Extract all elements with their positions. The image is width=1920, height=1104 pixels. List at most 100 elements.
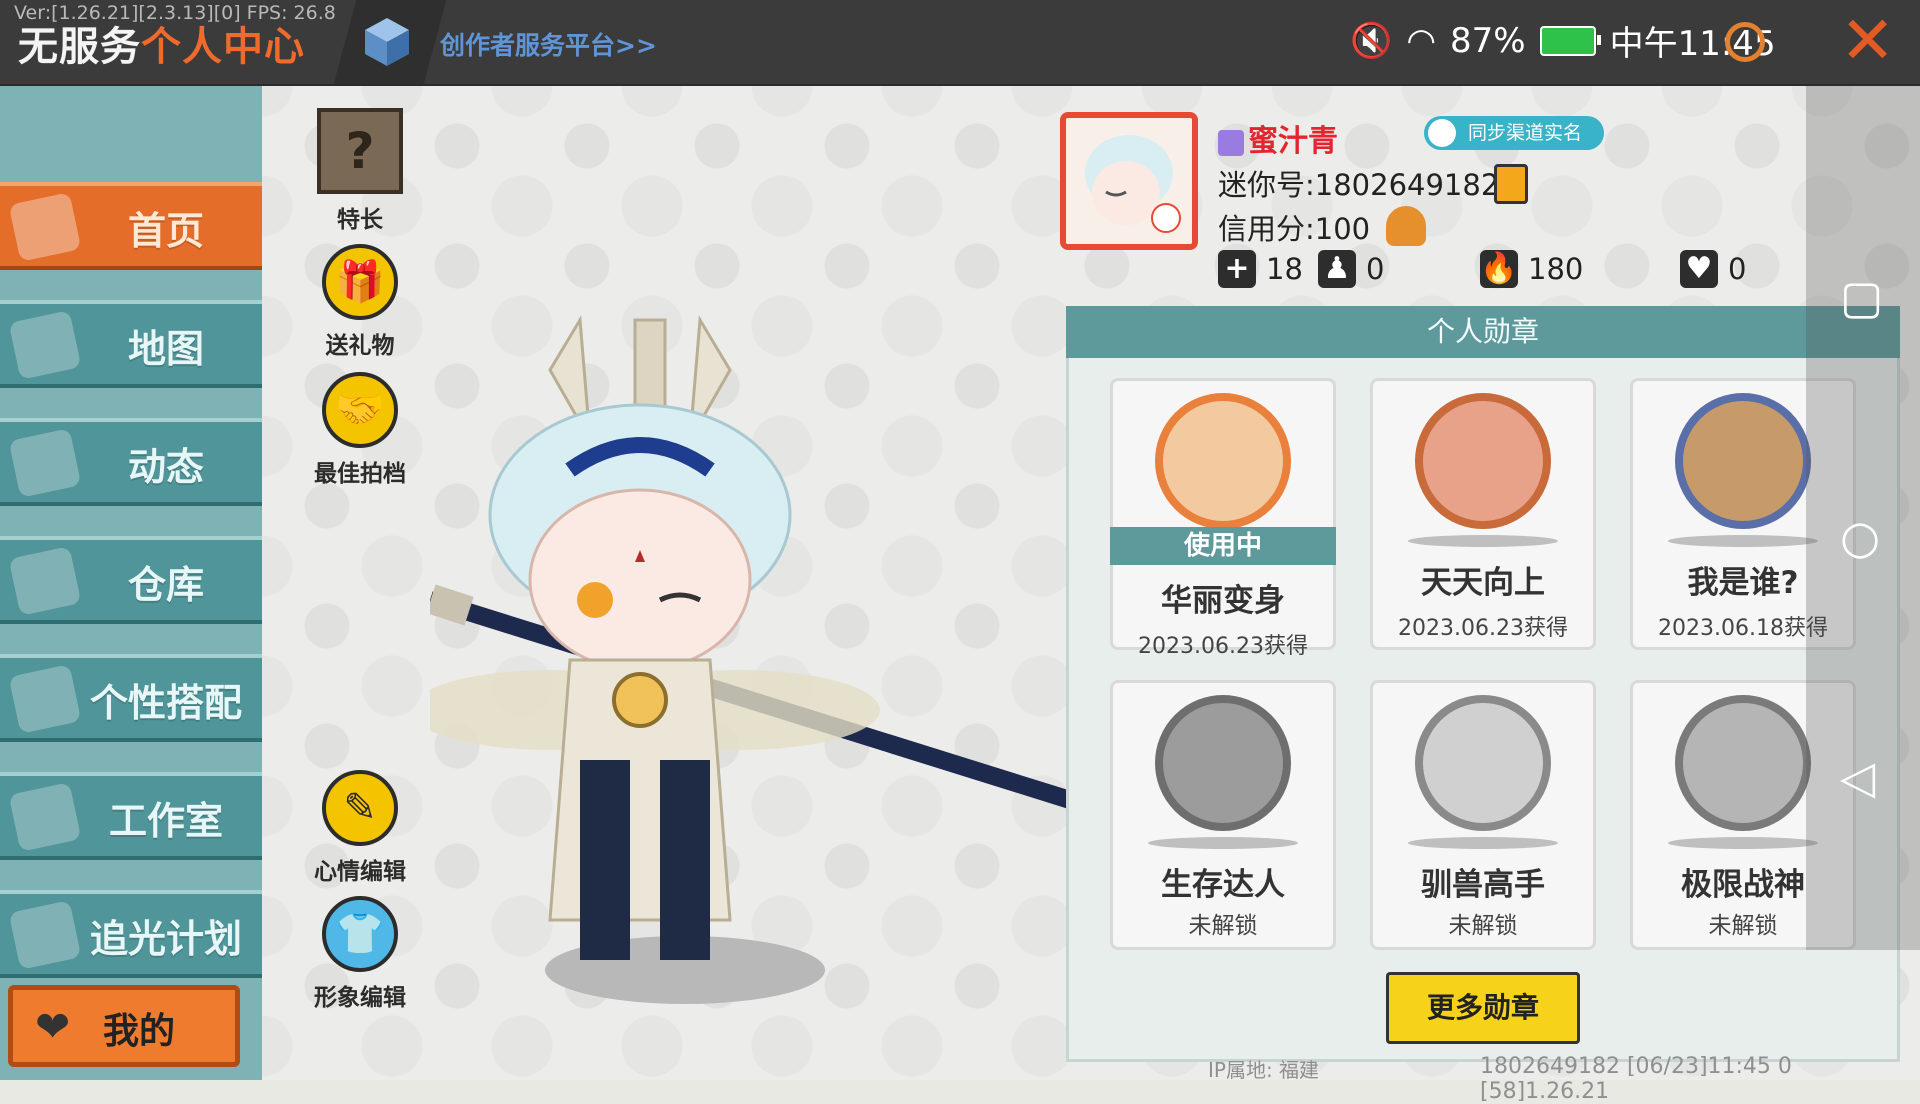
vip-icon	[1218, 129, 1244, 156]
warehouse-icon	[8, 546, 82, 616]
player-name-text: 蜜汁青	[1248, 124, 1338, 159]
nav-label: 动态	[127, 445, 204, 489]
nav-item-warehouse[interactable]: 仓库	[0, 536, 262, 624]
medal-card[interactable]: 使用中 华丽变身 2023.06.23获得	[1110, 378, 1336, 659]
credit-user-icon[interactable]	[1386, 206, 1426, 246]
fire-medal-icon	[1155, 695, 1291, 831]
more-medals-button[interactable]: 更多勋章	[1386, 972, 1580, 1044]
question-block-icon: ?	[317, 108, 403, 194]
nav-item-home[interactable]: 首页	[0, 182, 262, 270]
fans-icon: ♟	[1318, 250, 1356, 288]
nav-item-dressup[interactable]: 个性搭配	[0, 654, 262, 742]
specialty-label: 特长	[337, 207, 383, 233]
medal-date: 2023.06.23获得	[1138, 634, 1308, 659]
medal-card[interactable]: 天天向上 2023.06.23获得	[1370, 378, 1596, 650]
title-highlight: 个人中心	[141, 24, 305, 70]
add-friend-stat[interactable]: + 18	[1218, 250, 1303, 288]
cube-logo-icon	[365, 18, 409, 66]
add-count: 18	[1266, 252, 1303, 286]
credit-score: 信用分:100	[1218, 212, 1371, 246]
character-avatar[interactable]	[430, 300, 1090, 1020]
nav-label: 仓库	[127, 563, 204, 607]
best-partner-tool[interactable]: 🤝 最佳拍档	[300, 372, 420, 488]
dragon-medal-icon	[1155, 393, 1291, 529]
send-gift-label: 送礼物	[325, 333, 395, 359]
flame-icon: 🔥	[1480, 250, 1518, 288]
close-icon[interactable]: ✕	[1840, 6, 1895, 76]
medal-name: 华丽变身	[1161, 583, 1285, 619]
battery-percent: 87%	[1450, 20, 1526, 61]
nav-item-studio[interactable]: 工作室	[0, 772, 262, 860]
mini-id: 迷你号:1802649182	[1218, 168, 1500, 202]
mood-edit-tool[interactable]: ✎ 心情编辑	[300, 770, 420, 886]
footer-info: 1802649182 [06/23]11:45 0 [58]1.26.21	[1480, 1054, 1792, 1104]
back-icon[interactable]: ◁	[1840, 750, 1875, 804]
status-icons: 🔇 ◠ 87% 中午11:45	[1350, 16, 1776, 65]
gear-icon[interactable]	[1725, 22, 1765, 62]
home-icon	[8, 192, 82, 262]
boss-medal-icon	[1675, 695, 1811, 831]
copy-icon[interactable]	[1494, 164, 1528, 204]
gift-icon: 🎁	[322, 244, 398, 320]
popularity-stat[interactable]: 🔥 180	[1480, 250, 1583, 288]
likes-count: 0	[1728, 252, 1747, 286]
medal-shadow	[1668, 837, 1818, 849]
page-title: 无服务个人中心	[18, 14, 305, 72]
popularity-count: 180	[1528, 252, 1584, 286]
medal-card[interactable]: 驯兽高手 未解锁	[1370, 680, 1596, 950]
specialty-tool[interactable]: ? 特长	[300, 108, 420, 234]
look-edit-tool[interactable]: 👕 形象编辑	[300, 896, 420, 1012]
home-circle-icon[interactable]: ○	[1840, 510, 1880, 564]
medal-card[interactable]: 生存达人 未解锁	[1110, 680, 1336, 950]
portrait-image	[1066, 118, 1192, 244]
send-gift-tool[interactable]: 🎁 送礼物	[300, 244, 420, 360]
horse-medal-icon	[1415, 695, 1551, 831]
best-partner-label: 最佳拍档	[314, 461, 406, 487]
sync-realname-button[interactable]: 同步渠道实名	[1424, 116, 1604, 150]
nav-label: 地图	[127, 327, 204, 371]
mood-edit-label: 心情编辑	[314, 859, 406, 885]
medal-shadow	[1408, 837, 1558, 849]
mine-button[interactable]: ❤ 我的	[8, 985, 240, 1067]
medal-shadow	[1408, 535, 1558, 547]
fans-stat[interactable]: ♟ 0	[1318, 250, 1384, 288]
recent-apps-icon[interactable]: ▢	[1840, 270, 1883, 324]
outfit-edit-icon: 👕	[322, 896, 398, 972]
medal-name: 天天向上	[1421, 565, 1545, 601]
creator-platform-link[interactable]: 创作者服务平台>>	[440, 26, 657, 62]
user-icon	[1428, 119, 1456, 147]
id-card-medal-icon	[1675, 393, 1811, 529]
look-edit-label: 形象编辑	[314, 985, 406, 1011]
stats-row: + 18 ♟ 0 🔥 180 ♥ 0	[1218, 250, 1778, 294]
map-icon	[8, 310, 82, 380]
nav-label: 追光计划	[89, 917, 242, 961]
medal-name: 生存达人	[1161, 867, 1285, 903]
nav-label: 工作室	[108, 799, 223, 843]
edit-icon: ✎	[322, 770, 398, 846]
medal-shadow	[1148, 837, 1298, 849]
nav-item-chase-light[interactable]: 追光计划	[0, 890, 262, 978]
spark-icon	[8, 900, 82, 970]
nav-label: 首页	[127, 209, 204, 253]
bell-icon	[8, 428, 82, 498]
nav-item-map[interactable]: 地图	[0, 300, 262, 388]
mute-icon: 🔇	[1350, 20, 1393, 61]
medal-header: 个人勋章	[1066, 306, 1900, 358]
plus-icon: +	[1218, 250, 1256, 288]
medal-date: 2023.06.23获得	[1398, 616, 1568, 641]
medal-name: 驯兽高手	[1421, 867, 1545, 903]
top-bar: Ver:[1.26.21][2.3.13][0] FPS: 26.8 无服务个人…	[0, 0, 1920, 86]
heart-icon: ❤	[35, 1002, 71, 1051]
handshake-icon: 🤝	[322, 372, 398, 448]
in-use-badge: 使用中	[1110, 527, 1336, 565]
likes-stat[interactable]: ♥ 0	[1680, 250, 1746, 288]
medal-lock-text: 未解锁	[1448, 913, 1518, 939]
medal-shadow	[1668, 535, 1818, 547]
avatar[interactable]	[1060, 112, 1198, 250]
player-name: 蜜汁青	[1218, 116, 1338, 160]
mine-label: 我的	[103, 1011, 176, 1052]
battery-icon	[1539, 25, 1601, 56]
medal-lock-text: 未解锁	[1188, 913, 1258, 939]
title-prefix: 无服务	[18, 24, 141, 70]
nav-item-feed[interactable]: 动态	[0, 418, 262, 506]
